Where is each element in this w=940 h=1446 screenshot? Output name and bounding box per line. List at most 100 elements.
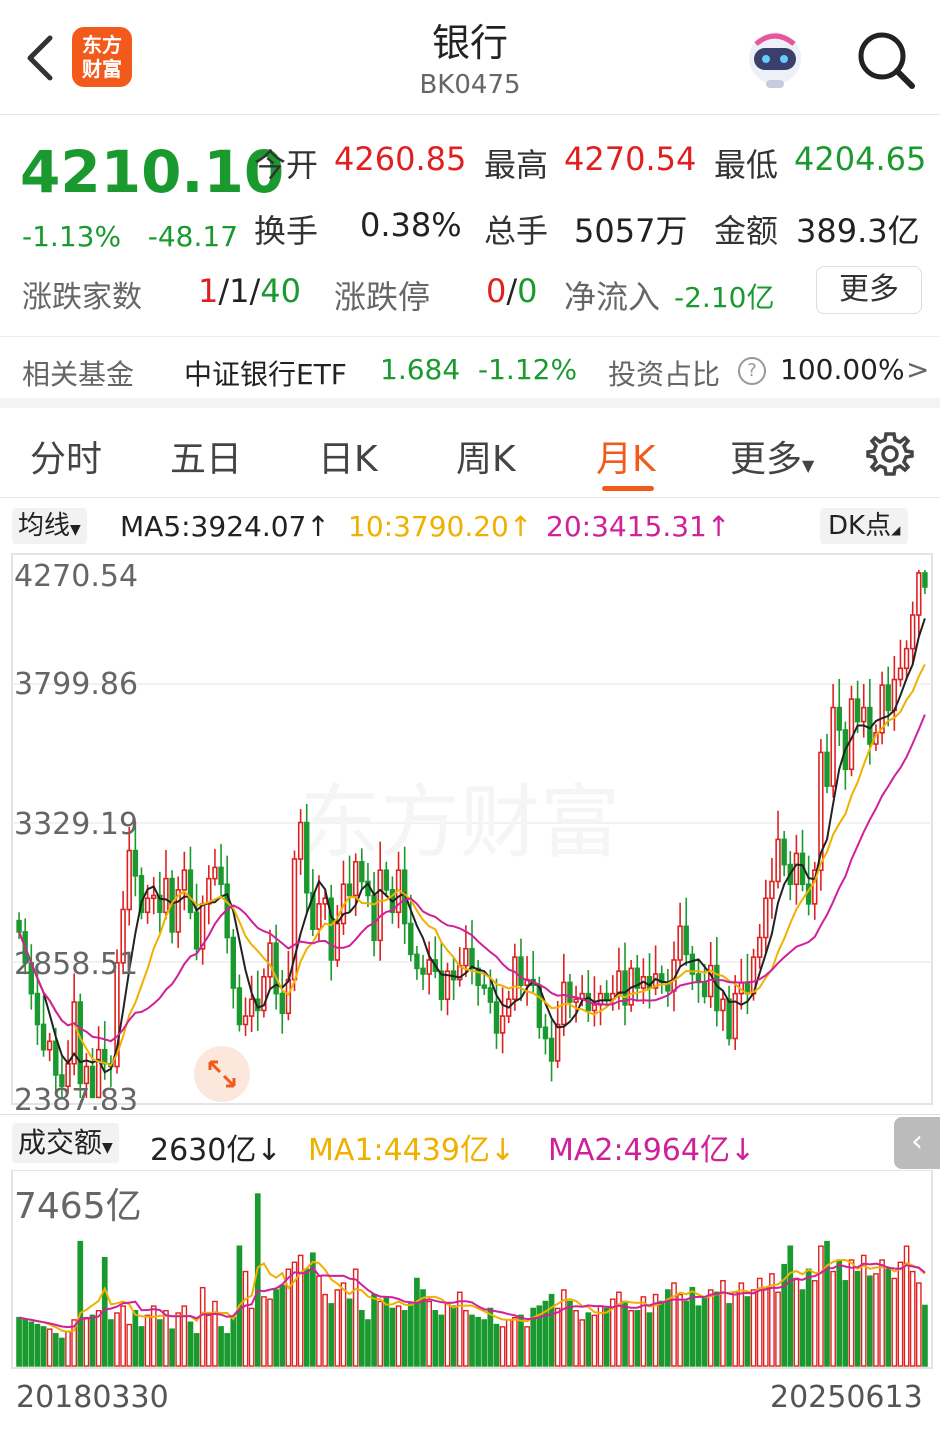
turnover-label: 换手 <box>254 212 319 250</box>
candle <box>769 880 775 900</box>
tab-intraday[interactable]: 分时 <box>30 430 102 482</box>
ma-selector[interactable]: 均线▼ <box>12 508 87 544</box>
candle <box>854 698 861 723</box>
volume-bar <box>16 1316 22 1367</box>
ratio-label: 投资占比 <box>608 358 721 391</box>
gear-icon[interactable] <box>866 430 914 478</box>
volume-bar <box>922 1304 928 1367</box>
candle <box>603 992 610 1001</box>
volume-bar <box>383 1296 390 1367</box>
volume-bar <box>316 1275 322 1367</box>
candle <box>40 1023 47 1051</box>
volume-bar <box>818 1245 824 1367</box>
amount-label: 金额 <box>714 212 779 250</box>
candle <box>353 861 359 897</box>
collapse-panel-icon[interactable]: ‹ <box>894 1117 940 1169</box>
tab-weekly-k[interactable]: 周K <box>456 430 516 482</box>
volume-bar <box>469 1314 475 1367</box>
candle <box>181 869 188 891</box>
volume-bar <box>273 1289 279 1367</box>
candle <box>836 706 842 731</box>
search-icon[interactable] <box>852 26 918 92</box>
volume-bar <box>108 1319 114 1367</box>
related-fund-row[interactable]: 相关基金 中证银行ETF 1.684 -1.12% 投资占比 ? 100.00%… <box>0 336 940 408</box>
candle <box>230 936 236 989</box>
volume-bar <box>628 1310 634 1367</box>
netflow-label: 净流入 <box>564 278 661 316</box>
volume-ma1: MA1:4439亿↓ <box>308 1133 516 1168</box>
candle <box>701 981 708 998</box>
candle <box>151 894 157 900</box>
volume-indicator-row: 成交额▼ 2630亿↓ MA1:4439亿↓ MA2:4964亿↓ ‹ <box>0 1114 940 1170</box>
candle <box>677 925 683 961</box>
candle <box>46 1040 53 1051</box>
volume-bar <box>603 1307 610 1367</box>
candle <box>53 1040 59 1076</box>
volume-bar <box>95 1310 102 1367</box>
volume-chart[interactable]: 7465亿 <box>0 1169 940 1370</box>
watermark: 东方财富 <box>300 778 620 867</box>
y-label-3: 3329.19 <box>14 807 138 842</box>
volume-bar <box>144 1314 151 1367</box>
volume-canvas[interactable]: 7465亿 <box>0 1169 940 1370</box>
volume-bar <box>585 1312 592 1367</box>
volume-bar <box>40 1326 47 1367</box>
tab-daily-k[interactable]: 日K <box>318 430 378 482</box>
more-button[interactable]: 更多 <box>816 266 922 314</box>
candle <box>763 897 769 939</box>
triangle-down-icon: ▼ <box>802 456 815 475</box>
candle <box>463 947 469 967</box>
candle <box>481 984 487 989</box>
volume-bar <box>340 1282 347 1367</box>
volume-bar <box>554 1307 561 1367</box>
candle <box>359 861 365 883</box>
candle <box>206 877 212 905</box>
candle <box>720 998 726 1012</box>
expand-icon[interactable] <box>194 1046 250 1102</box>
volume-selector[interactable]: 成交额▼ <box>12 1123 119 1163</box>
chevron-right-icon[interactable]: > <box>906 353 929 386</box>
volume-bar <box>573 1310 579 1367</box>
candle <box>567 981 573 1003</box>
volume-bar <box>65 1330 71 1367</box>
turnover-value: 0.38% <box>360 206 462 244</box>
candle <box>910 614 916 650</box>
volume-bar <box>114 1312 120 1367</box>
tab-five-day[interactable]: 五日 <box>170 430 242 482</box>
volume-bar <box>915 1282 922 1367</box>
start-date: 20180330 <box>16 1380 169 1415</box>
tab-more[interactable]: 更多▼ <box>730 430 814 482</box>
netflow-value: -2.10亿 <box>674 281 775 314</box>
candle <box>903 647 910 670</box>
volume-bar <box>261 1296 267 1367</box>
kline-canvas[interactable]: 东方财富 4270.54 3799.86 3329.19 2858.51 238… <box>0 550 940 1118</box>
volume-bar <box>695 1305 702 1367</box>
help-icon[interactable]: ? <box>738 357 766 385</box>
dk-button[interactable]: DK点◢ <box>820 508 909 544</box>
volume-bar <box>34 1323 41 1367</box>
candle <box>426 959 432 975</box>
volume-bar <box>499 1326 506 1367</box>
candle <box>279 992 285 1015</box>
robot-assistant-icon[interactable] <box>738 22 812 96</box>
volume-bar <box>175 1312 182 1367</box>
candle <box>316 903 322 930</box>
candle <box>861 706 867 723</box>
low-label: 最低 <box>714 146 779 184</box>
volume-bar <box>444 1303 451 1367</box>
tab-monthly-k[interactable]: 月K <box>596 430 656 482</box>
volume-value: 5057万 <box>574 212 688 250</box>
volume-bar <box>328 1303 335 1367</box>
date-axis: 20180330 20250613 <box>0 1374 940 1424</box>
volume-bar <box>132 1310 139 1367</box>
kline-chart[interactable]: 东方财富 4270.54 3799.86 3329.19 2858.51 238… <box>0 550 940 1118</box>
price-change-row: -1.13% -48.17 <box>22 220 238 253</box>
ma10-value: 10:3790.20↑ <box>348 510 533 543</box>
volume-bar <box>463 1310 469 1367</box>
candle <box>377 869 383 942</box>
volume-bar <box>22 1319 29 1367</box>
candle <box>830 706 836 787</box>
candle <box>414 953 420 970</box>
volume-bar <box>346 1298 353 1367</box>
fund-name[interactable]: 中证银行ETF <box>184 353 347 393</box>
